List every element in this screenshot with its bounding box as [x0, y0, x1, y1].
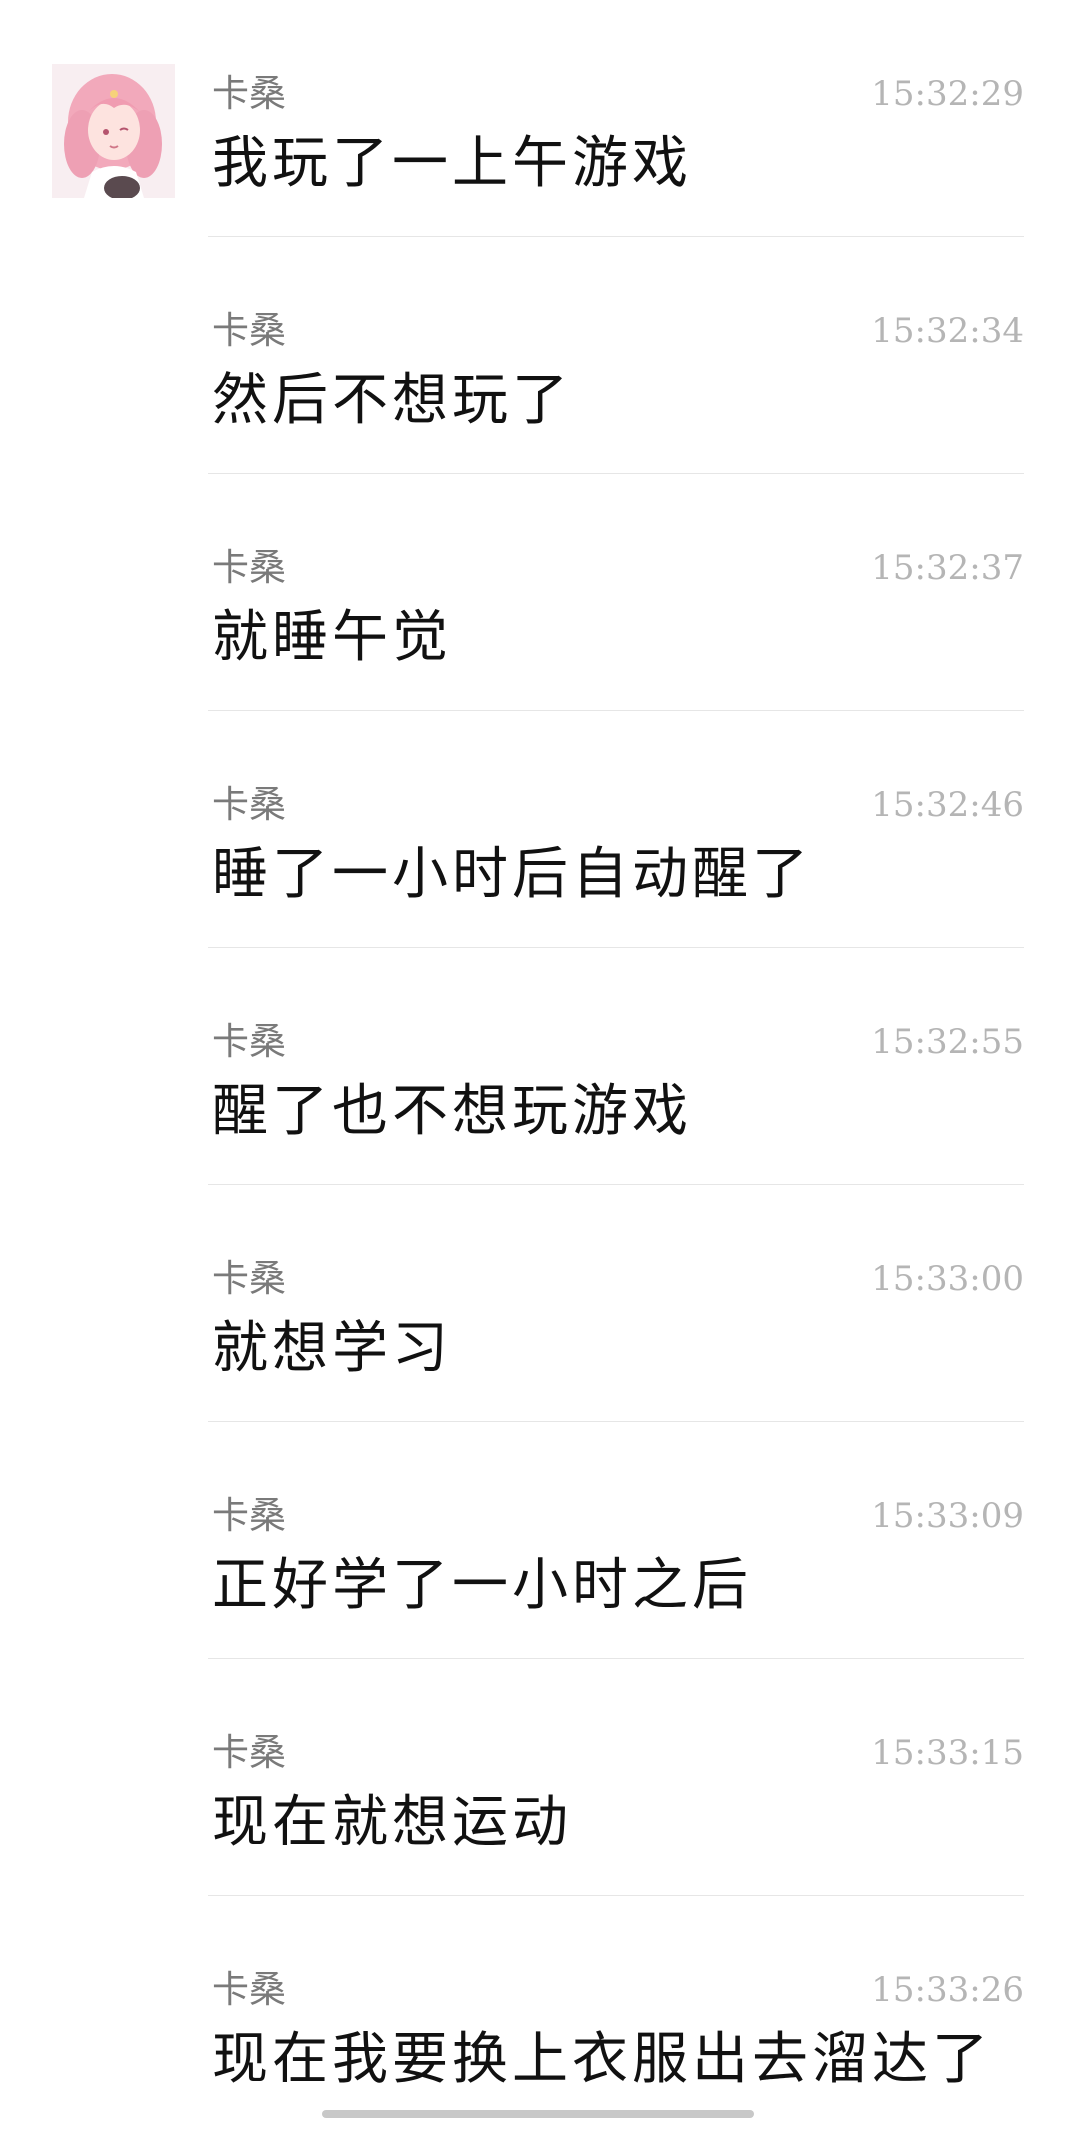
message-text: 然后不想玩了	[212, 368, 572, 433]
sender-name: 卡桑	[212, 1494, 286, 1537]
message-row[interactable]: 卡桑 15:32:37 就睡午觉	[0, 474, 1080, 711]
message-row[interactable]: 卡桑 15:33:09 正好学了一小时之后	[0, 1422, 1080, 1659]
sender-name: 卡桑	[212, 72, 286, 115]
message-timestamp: 15:33:00	[871, 1259, 1024, 1299]
avatar[interactable]	[52, 64, 175, 198]
message-text: 正好学了一小时之后	[212, 1553, 752, 1618]
message-row[interactable]: 卡桑 15:32:34 然后不想玩了	[0, 237, 1080, 474]
message-timestamp: 15:32:55	[871, 1022, 1024, 1062]
message-row[interactable]: 卡桑 15:32:46 睡了一小时后自动醒了	[0, 711, 1080, 948]
sender-name: 卡桑	[212, 1257, 286, 1300]
sender-name: 卡桑	[212, 546, 286, 589]
message-timestamp: 15:33:09	[871, 1496, 1024, 1536]
anime-girl-pink-hair-avatar	[52, 64, 175, 198]
chat-message-list[interactable]: 卡桑 15:32:29 我玩了一上午游戏 卡桑 15:32:34 然后不想玩了 卡桑 15:3…	[0, 0, 1080, 2130]
message-timestamp: 15:33:26	[871, 1970, 1024, 2010]
message-text: 醒了也不想玩游戏	[212, 1079, 692, 1144]
message-row[interactable]: 卡桑 15:33:15 现在就想运动	[0, 1659, 1080, 1896]
message-row[interactable]: 卡桑 15:33:00 就想学习	[0, 1185, 1080, 1422]
sender-name: 卡桑	[212, 1731, 286, 1774]
sender-name: 卡桑	[212, 1968, 286, 2011]
sender-name: 卡桑	[212, 1020, 286, 1063]
message-text: 现在我要换上衣服出去溜达了	[212, 2027, 992, 2092]
message-row[interactable]: 卡桑 15:32:29 我玩了一上午游戏	[0, 0, 1080, 237]
message-timestamp: 15:32:34	[871, 311, 1024, 351]
message-row[interactable]: 卡桑 15:33:26 现在我要换上衣服出去溜达了	[0, 1896, 1080, 2133]
message-text: 就睡午觉	[212, 605, 452, 670]
message-row[interactable]: 卡桑 15:32:55 醒了也不想玩游戏	[0, 948, 1080, 1185]
sender-name: 卡桑	[212, 783, 286, 826]
message-text: 睡了一小时后自动醒了	[212, 842, 812, 907]
home-indicator[interactable]	[322, 2110, 754, 2118]
sender-name: 卡桑	[212, 309, 286, 352]
message-text: 我玩了一上午游戏	[212, 131, 692, 196]
message-timestamp: 15:32:37	[871, 548, 1024, 588]
message-text: 现在就想运动	[212, 1790, 572, 1855]
message-timestamp: 15:32:29	[871, 74, 1024, 114]
message-timestamp: 15:32:46	[871, 785, 1024, 825]
message-text: 就想学习	[212, 1316, 452, 1381]
message-timestamp: 15:33:15	[871, 1733, 1024, 1773]
